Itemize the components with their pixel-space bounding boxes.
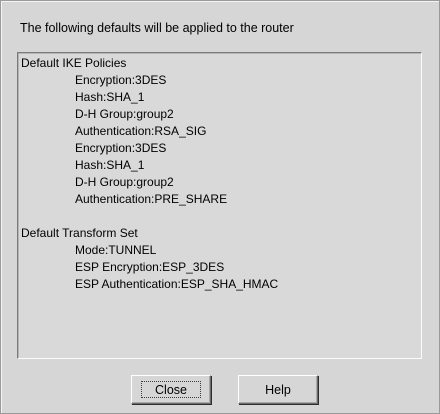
ike-policy-line: D-H Group:group2: [75, 175, 174, 189]
transform-set-line: ESP Authentication:ESP_SHA_HMAC: [75, 277, 279, 291]
ike-policy-line: Encryption:3DES: [75, 141, 167, 155]
ike-policy-line: Hash:SHA_1: [75, 90, 145, 104]
transform-set-line: ESP Encryption:ESP_3DES: [75, 260, 225, 274]
close-button-label: Close: [155, 382, 187, 397]
help-button-label: Help: [265, 382, 291, 397]
transform-set-line: Mode:TUNNEL: [75, 243, 157, 257]
ike-policy-line: Hash:SHA_1: [75, 158, 145, 172]
ike-policy-line: Authentication:RSA_SIG: [75, 124, 207, 138]
ike-policy-line: Authentication:PRE_SHARE: [75, 192, 228, 206]
defaults-list-panel: Default IKE Policies Encryption:3DES Has…: [17, 52, 422, 359]
defaults-dialog: The following defaults will be applied t…: [0, 0, 440, 414]
close-button[interactable]: Close: [131, 375, 211, 404]
ike-policy-line: Encryption:3DES: [75, 73, 167, 87]
ike-policies-title: Default IKE Policies: [21, 56, 127, 70]
transform-set-title: Default Transform Set: [21, 226, 138, 240]
intro-text: The following defaults will be applied t…: [20, 21, 294, 35]
help-button[interactable]: Help: [238, 375, 318, 404]
ike-policy-line: D-H Group:group2: [75, 107, 174, 121]
